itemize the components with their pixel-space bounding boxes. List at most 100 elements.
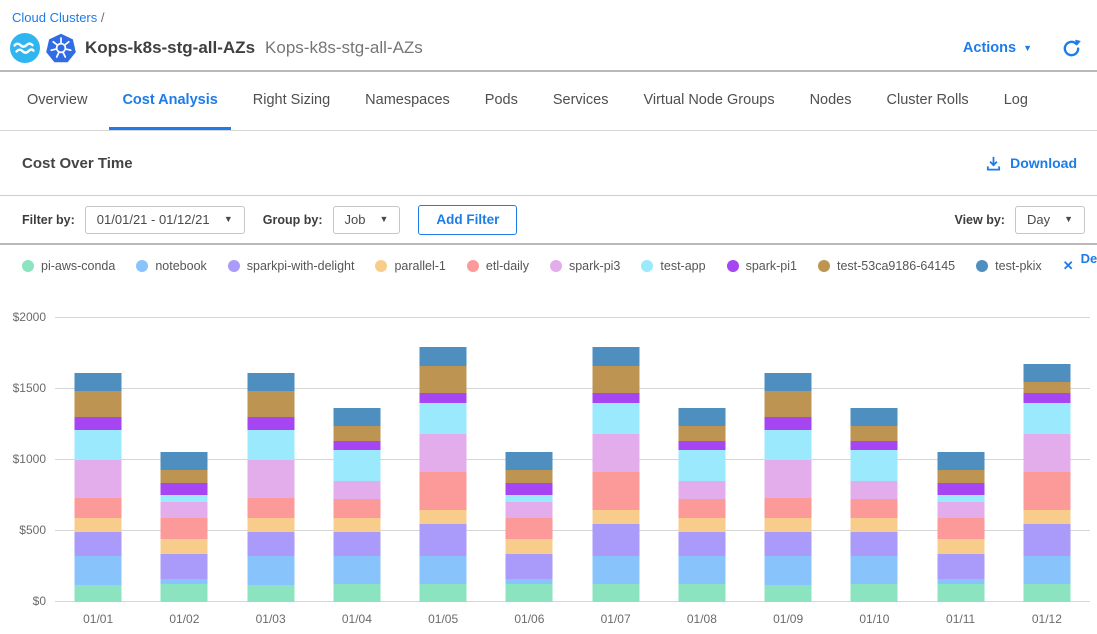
bar-segment-parallel-1[interactable] <box>592 510 639 524</box>
bar-segment-test-pkix[interactable] <box>161 452 208 470</box>
bar-segment-spark-pi1[interactable] <box>247 417 294 429</box>
bar-segment-test-app[interactable] <box>333 450 380 481</box>
bar-segment-test-app[interactable] <box>420 403 467 434</box>
bar-segment-test-pkix[interactable] <box>333 408 380 426</box>
bar-segment-spark-pi1[interactable] <box>765 417 812 429</box>
bar-segment-spark-pi3[interactable] <box>937 502 984 518</box>
bar-segment-test-pkix[interactable] <box>765 373 812 391</box>
tab-nodes[interactable]: Nodes <box>797 72 865 130</box>
bar-segment-notebook[interactable] <box>75 556 122 585</box>
bar-segment-test-pkix[interactable] <box>75 373 122 391</box>
bar-segment-test-pkix[interactable] <box>420 347 467 365</box>
bar-segment-sparkpi-with-delight[interactable] <box>592 524 639 556</box>
tab-services[interactable]: Services <box>540 72 622 130</box>
bar-segment-parallel-1[interactable] <box>678 518 725 532</box>
bar-segment-etl-daily[interactable] <box>592 472 639 510</box>
bar-segment-sparkpi-with-delight[interactable] <box>851 532 898 555</box>
bar-segment-notebook[interactable] <box>247 556 294 585</box>
bar-segment-etl-daily[interactable] <box>851 499 898 518</box>
legend-item-spark-pi3[interactable]: spark-pi3 <box>550 259 620 273</box>
bar-segment-spark-pi1[interactable] <box>678 441 725 450</box>
bar-segment-spark-pi3[interactable] <box>333 481 380 499</box>
bar-segment-test-app[interactable] <box>161 495 208 502</box>
bar-segment-spark-pi3[interactable] <box>592 434 639 472</box>
bar-segment-spark-pi3[interactable] <box>161 502 208 518</box>
bar-segment-parallel-1[interactable] <box>851 518 898 532</box>
bar-segment-pi-aws-conda[interactable] <box>75 585 122 602</box>
bar-segment-etl-daily[interactable] <box>506 518 553 539</box>
bar-segment-spark-pi3[interactable] <box>851 481 898 499</box>
bar-segment-etl-daily[interactable] <box>75 498 122 518</box>
tab-overview[interactable]: Overview <box>14 72 100 130</box>
bar-segment-sparkpi-with-delight[interactable] <box>678 532 725 555</box>
tab-cost-analysis[interactable]: Cost Analysis <box>109 72 230 130</box>
bar-segment-sparkpi-with-delight[interactable] <box>333 532 380 555</box>
bar-segment-etl-daily[interactable] <box>247 498 294 518</box>
bar-segment-test-53ca9186-64145[interactable] <box>937 470 984 483</box>
bar-segment-sparkpi-with-delight[interactable] <box>506 554 553 580</box>
legend-item-test-app[interactable]: test-app <box>641 259 705 273</box>
bar-segment-test-53ca9186-64145[interactable] <box>247 391 294 418</box>
bar-segment-parallel-1[interactable] <box>765 518 812 532</box>
bar-segment-parallel-1[interactable] <box>333 518 380 532</box>
bar-segment-test-pkix[interactable] <box>1023 364 1070 382</box>
bar-segment-etl-daily[interactable] <box>937 518 984 539</box>
bar-segment-spark-pi3[interactable] <box>765 460 812 498</box>
bar-segment-test-pkix[interactable] <box>851 408 898 426</box>
bar-segment-sparkpi-with-delight[interactable] <box>937 554 984 580</box>
bar-segment-test-app[interactable] <box>506 495 553 502</box>
bar-segment-sparkpi-with-delight[interactable] <box>247 532 294 555</box>
legend-item-etl-daily[interactable]: etl-daily <box>467 259 529 273</box>
bar-segment-test-53ca9186-64145[interactable] <box>75 391 122 418</box>
bar-segment-pi-aws-conda[interactable] <box>592 584 639 602</box>
view-by-select[interactable]: Day ▼ <box>1015 206 1085 234</box>
bar-segment-pi-aws-conda[interactable] <box>1023 584 1070 602</box>
bar-segment-test-pkix[interactable] <box>678 408 725 426</box>
bar-segment-test-app[interactable] <box>75 430 122 461</box>
bar-segment-test-app[interactable] <box>592 403 639 434</box>
bar-segment-test-53ca9186-64145[interactable] <box>161 470 208 483</box>
bar-segment-pi-aws-conda[interactable] <box>247 585 294 602</box>
legend-item-pi-aws-conda[interactable]: pi-aws-conda <box>22 259 115 273</box>
bar-segment-spark-pi3[interactable] <box>1023 434 1070 472</box>
bar-segment-etl-daily[interactable] <box>1023 472 1070 510</box>
bar-segment-parallel-1[interactable] <box>161 539 208 554</box>
bar-segment-notebook[interactable] <box>765 556 812 585</box>
bar-segment-notebook[interactable] <box>333 556 380 584</box>
bar-segment-spark-pi1[interactable] <box>937 483 984 494</box>
bar-segment-test-pkix[interactable] <box>247 373 294 391</box>
bar-segment-parallel-1[interactable] <box>75 518 122 532</box>
bar-segment-test-app[interactable] <box>765 430 812 461</box>
bar-segment-pi-aws-conda[interactable] <box>765 585 812 602</box>
bar-segment-test-53ca9186-64145[interactable] <box>851 426 898 441</box>
bar-segment-test-app[interactable] <box>851 450 898 481</box>
bar-segment-pi-aws-conda[interactable] <box>161 584 208 602</box>
bar-segment-test-pkix[interactable] <box>592 347 639 365</box>
bar-segment-test-53ca9186-64145[interactable] <box>506 470 553 483</box>
legend-item-test-53ca9186-64145[interactable]: test-53ca9186-64145 <box>818 259 955 273</box>
add-filter-button[interactable]: Add Filter <box>418 205 517 235</box>
bar-segment-etl-daily[interactable] <box>765 498 812 518</box>
bar-segment-pi-aws-conda[interactable] <box>333 584 380 602</box>
bar-segment-sparkpi-with-delight[interactable] <box>420 524 467 556</box>
bar-segment-test-53ca9186-64145[interactable] <box>678 426 725 441</box>
legend-item-parallel-1[interactable]: parallel-1 <box>375 259 445 273</box>
bar-segment-spark-pi3[interactable] <box>420 434 467 472</box>
bar-segment-parallel-1[interactable] <box>420 510 467 524</box>
bar-segment-test-pkix[interactable] <box>506 452 553 470</box>
bar-segment-notebook[interactable] <box>420 556 467 584</box>
tab-log[interactable]: Log <box>991 72 1041 130</box>
bar-segment-pi-aws-conda[interactable] <box>851 584 898 602</box>
bar-segment-pi-aws-conda[interactable] <box>678 584 725 602</box>
bar-segment-pi-aws-conda[interactable] <box>420 584 467 602</box>
tab-namespaces[interactable]: Namespaces <box>352 72 463 130</box>
bar-segment-sparkpi-with-delight[interactable] <box>765 532 812 555</box>
bar-segment-parallel-1[interactable] <box>247 518 294 532</box>
tab-pods[interactable]: Pods <box>472 72 531 130</box>
bar-segment-notebook[interactable] <box>851 556 898 584</box>
bar-segment-spark-pi1[interactable] <box>1023 393 1070 402</box>
bar-segment-spark-pi3[interactable] <box>678 481 725 499</box>
tab-cluster-rolls[interactable]: Cluster Rolls <box>874 72 982 130</box>
group-by-select[interactable]: Job ▼ <box>333 206 401 234</box>
bar-segment-parallel-1[interactable] <box>937 539 984 554</box>
